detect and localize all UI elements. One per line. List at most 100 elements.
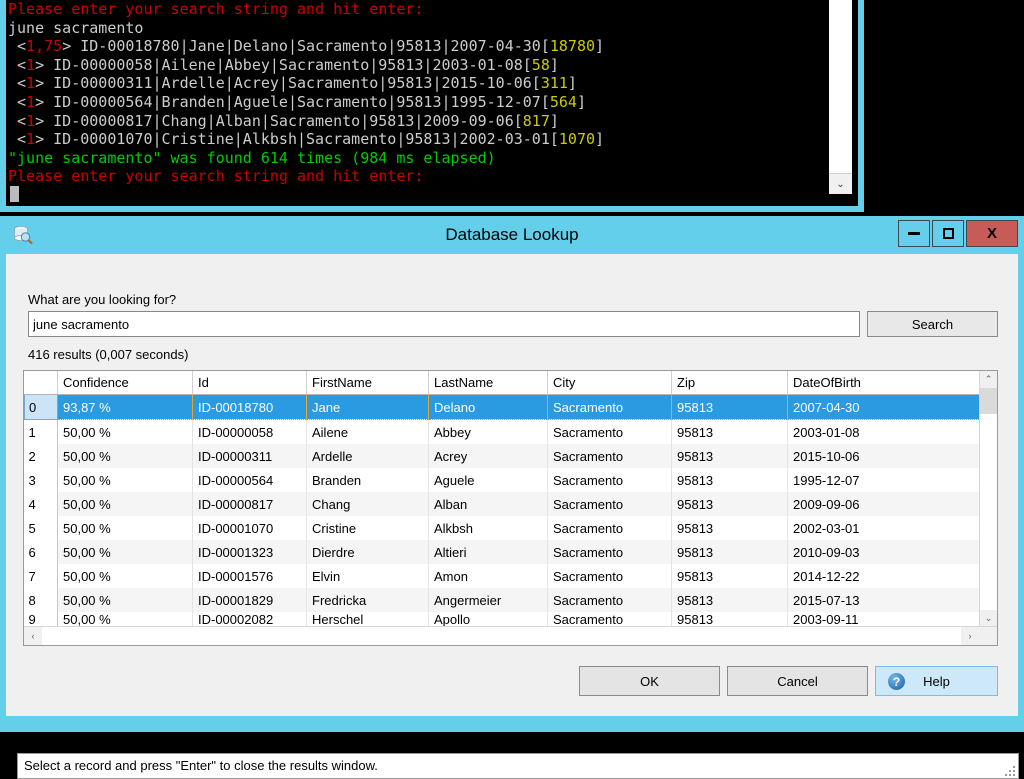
cell-last[interactable]: Apollo — [428, 612, 548, 627]
table-row[interactable]: 3 50,00 % ID-00000564 Branden Aguele Sacramen… — [24, 468, 981, 492]
cell-last[interactable]: Amon — [428, 564, 548, 588]
cell-first[interactable]: Jane — [306, 394, 429, 420]
search-button[interactable]: Search — [867, 311, 998, 337]
scroll-left-icon[interactable]: ‹ — [24, 627, 42, 645]
cell-zip[interactable]: 95813 — [671, 492, 788, 516]
cell-dob[interactable]: 2003-09-11 — [787, 612, 981, 627]
cell-first[interactable]: Branden — [306, 468, 429, 492]
grid-horizontal-scrollbar[interactable]: ‹ › — [24, 626, 997, 645]
cell-last[interactable]: Alban — [428, 492, 548, 516]
cell-zip[interactable]: 95813 — [671, 444, 788, 468]
help-button[interactable]: ? Help — [875, 666, 998, 696]
cell-confidence[interactable]: 50,00 % — [57, 564, 193, 588]
cell-id[interactable]: ID-00001829 — [192, 588, 307, 612]
cell-zip[interactable]: 95813 — [671, 419, 788, 444]
row-number-cell[interactable]: 2 — [24, 444, 58, 468]
column-header-city[interactable]: City — [547, 371, 672, 395]
cell-dob[interactable]: 2014-12-22 — [787, 564, 981, 588]
column-header-id[interactable]: Id — [192, 371, 307, 395]
cell-last[interactable]: Altieri — [428, 540, 548, 564]
cell-city[interactable]: Sacramento — [547, 419, 672, 444]
cell-city[interactable]: Sacramento — [547, 612, 672, 627]
cell-first[interactable]: Chang — [306, 492, 429, 516]
cell-city[interactable]: Sacramento — [547, 492, 672, 516]
column-header-firstname[interactable]: FirstName — [306, 371, 429, 395]
cell-first[interactable]: Dierdre — [306, 540, 429, 564]
row-number-cell[interactable]: 0 — [24, 394, 58, 420]
cell-city[interactable]: Sacramento — [547, 564, 672, 588]
cell-id[interactable]: ID-00001070 — [192, 516, 307, 540]
cell-city[interactable]: Sacramento — [547, 516, 672, 540]
row-number-cell[interactable]: 5 — [24, 516, 58, 540]
cell-last[interactable]: Angermeier — [428, 588, 548, 612]
close-button[interactable]: X — [966, 220, 1018, 247]
row-number-cell[interactable]: 3 — [24, 468, 58, 492]
cell-id[interactable]: ID-00000564 — [192, 468, 307, 492]
row-number-cell[interactable]: 1 — [24, 419, 58, 444]
search-input[interactable] — [28, 311, 860, 337]
cell-dob[interactable]: 2010-09-03 — [787, 540, 981, 564]
cell-confidence[interactable]: 50,00 % — [57, 516, 193, 540]
row-number-cell[interactable]: 8 — [24, 588, 58, 612]
cell-confidence[interactable]: 50,00 % — [57, 540, 193, 564]
cell-zip[interactable]: 95813 — [671, 394, 788, 420]
cell-city[interactable]: Sacramento — [547, 588, 672, 612]
column-header-rownum[interactable] — [24, 371, 58, 395]
cell-first[interactable]: Cristine — [306, 516, 429, 540]
results-grid[interactable]: Confidence Id FirstName LastName City Zi… — [23, 370, 998, 646]
cell-first[interactable]: Ardelle — [306, 444, 429, 468]
table-row[interactable]: 5 50,00 % ID-00001070 Cristine Alkbsh Sacrame… — [24, 516, 981, 540]
cell-zip[interactable]: 95813 — [671, 468, 788, 492]
titlebar[interactable]: Database Lookup X — [0, 216, 1024, 254]
cell-id[interactable]: ID-00001323 — [192, 540, 307, 564]
cell-id[interactable]: ID-00018780 — [192, 394, 307, 420]
cell-zip[interactable]: 95813 — [671, 516, 788, 540]
maximize-button[interactable] — [932, 220, 964, 247]
column-header-confidence[interactable]: Confidence — [57, 371, 193, 395]
table-row[interactable]: 1 50,00 % ID-00000058 Ailene Abbey Sacramento… — [24, 419, 981, 444]
minimize-button[interactable] — [898, 220, 930, 247]
row-number-cell[interactable]: 7 — [24, 564, 58, 588]
cell-last[interactable]: Alkbsh — [428, 516, 548, 540]
cell-zip[interactable]: 95813 — [671, 540, 788, 564]
cell-dob[interactable]: 2003-01-08 — [787, 419, 981, 444]
cell-confidence[interactable]: 50,00 % — [57, 588, 193, 612]
scroll-right-icon[interactable]: › — [961, 627, 979, 645]
row-number-cell[interactable]: 6 — [24, 540, 58, 564]
vertical-scroll-thumb[interactable] — [980, 388, 997, 414]
console-scrollbar[interactable]: ⌄ — [828, 0, 852, 194]
cell-id[interactable]: ID-00002082 — [192, 612, 307, 627]
cell-dob[interactable]: 2015-10-06 — [787, 444, 981, 468]
cell-id[interactable]: ID-00000817 — [192, 492, 307, 516]
table-row[interactable]: 2 50,00 % ID-00000311 Ardelle Acrey Sacrament… — [24, 444, 981, 468]
table-row[interactable]: 6 50,00 % ID-00001323 Dierdre Altieri Sacrame… — [24, 540, 981, 564]
cell-first[interactable]: Elvin — [306, 564, 429, 588]
grid-vertical-scrollbar[interactable]: ⌃ ⌄ — [979, 371, 997, 627]
cell-id[interactable]: ID-00000311 — [192, 444, 307, 468]
cell-id[interactable]: ID-00001576 — [192, 564, 307, 588]
cell-last[interactable]: Acrey — [428, 444, 548, 468]
table-row[interactable]: 9 50,00 % ID-00002082 Herschel Apollo Sacrame… — [24, 612, 981, 627]
cell-confidence[interactable]: 50,00 % — [57, 444, 193, 468]
cell-dob[interactable]: 2009-09-06 — [787, 492, 981, 516]
cell-last[interactable]: Abbey — [428, 419, 548, 444]
cell-first[interactable]: Ailene — [306, 419, 429, 444]
table-row[interactable]: 7 50,00 % ID-00001576 Elvin Amon Sacramento 95… — [24, 564, 981, 588]
cell-dob[interactable]: 2015-07-13 — [787, 588, 981, 612]
cell-zip[interactable]: 95813 — [671, 612, 788, 627]
column-header-zip[interactable]: Zip — [671, 371, 788, 395]
column-header-lastname[interactable]: LastName — [428, 371, 548, 395]
cancel-button[interactable]: Cancel — [727, 666, 868, 696]
cell-first[interactable]: Fredricka — [306, 588, 429, 612]
cell-id[interactable]: ID-00000058 — [192, 419, 307, 444]
cell-city[interactable]: Sacramento — [547, 444, 672, 468]
row-number-cell[interactable]: 9 — [24, 612, 58, 627]
cell-confidence[interactable]: 93,87 % — [57, 394, 193, 420]
cell-last[interactable]: Delano — [428, 394, 548, 420]
cell-zip[interactable]: 95813 — [671, 564, 788, 588]
cell-dob[interactable]: 1995-12-07 — [787, 468, 981, 492]
cell-first[interactable]: Herschel — [306, 612, 429, 627]
cell-confidence[interactable]: 50,00 % — [57, 468, 193, 492]
ok-button[interactable]: OK — [579, 666, 720, 696]
scroll-down-icon[interactable]: ⌄ — [980, 610, 997, 627]
